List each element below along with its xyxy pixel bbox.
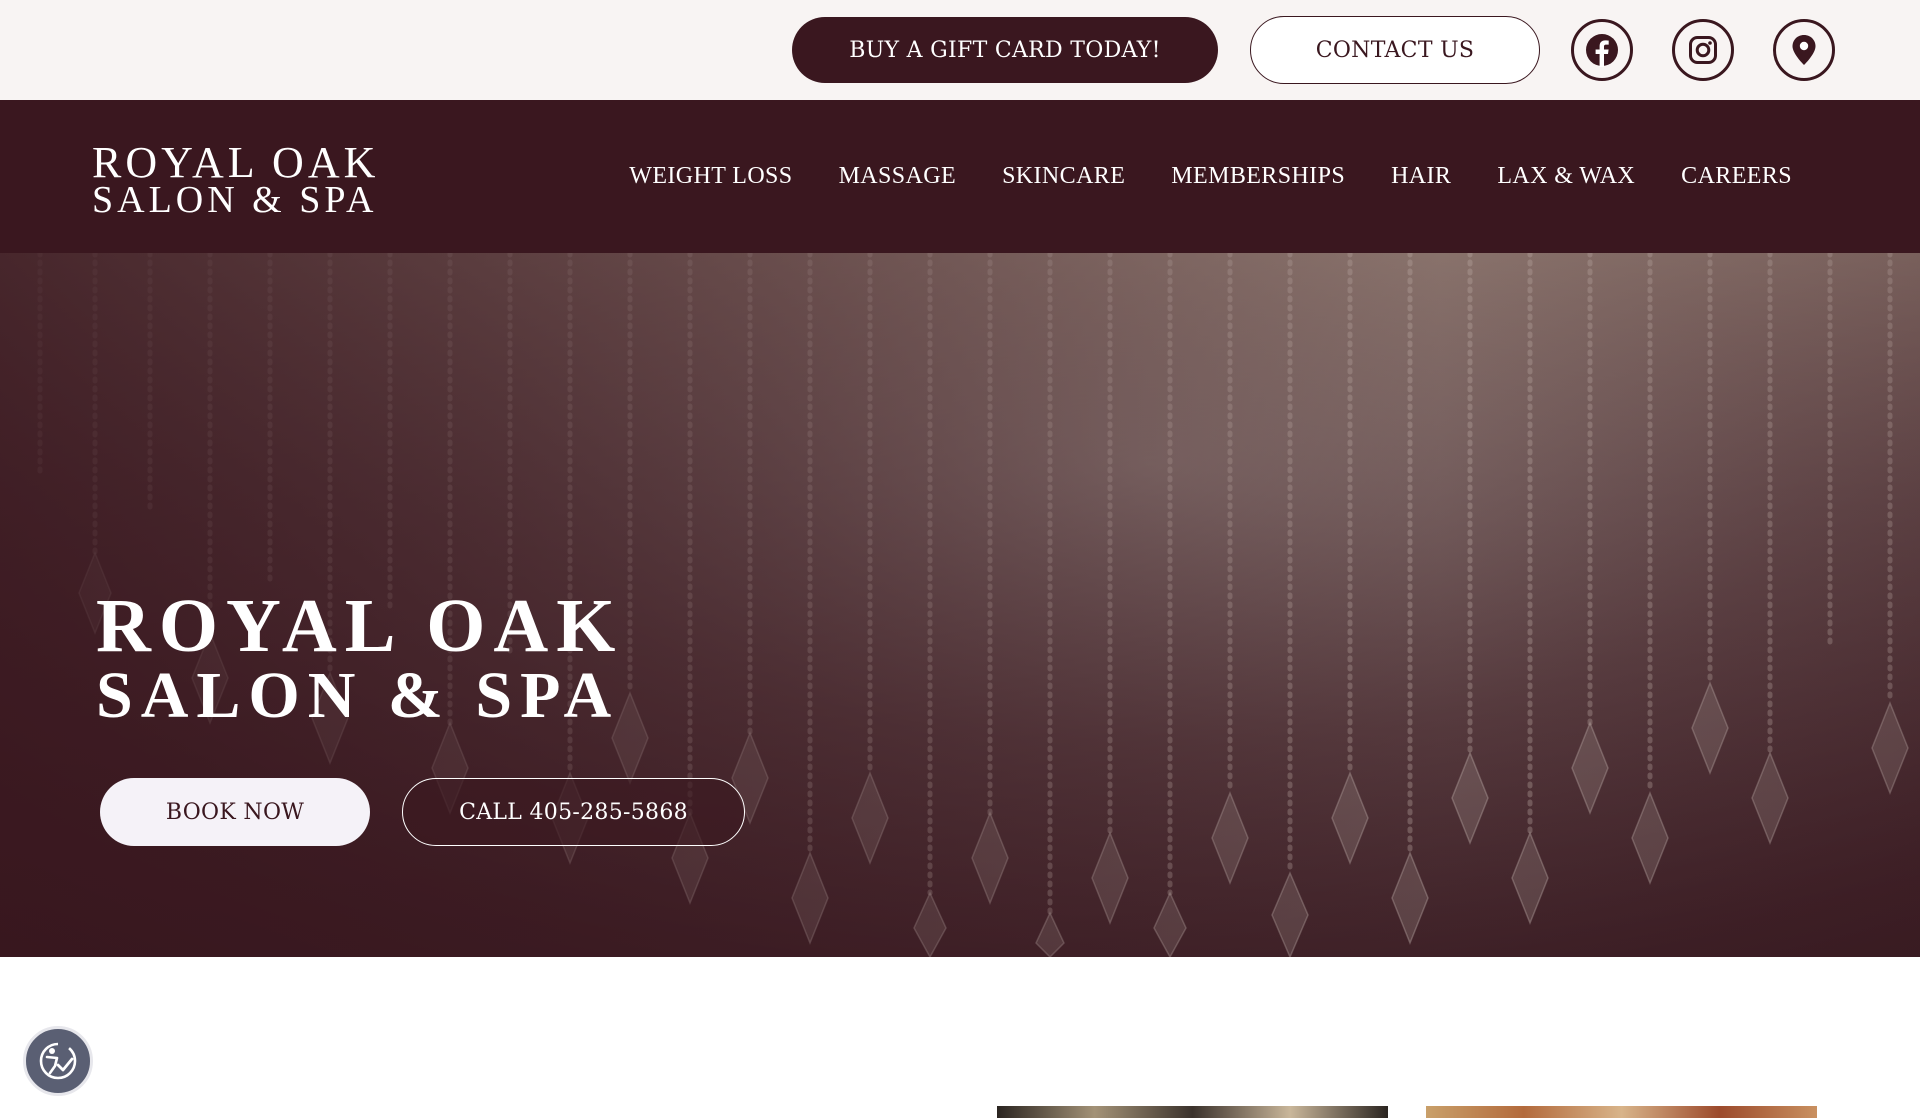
site-logo[interactable]: ROYAL OAK SALON & SPA — [92, 140, 379, 221]
contact-us-button[interactable]: CONTACT US — [1250, 16, 1540, 84]
top-utility-bar: BUY A GIFT CARD TODAY! CONTACT US — [0, 0, 1920, 100]
facebook-icon — [1586, 34, 1618, 67]
feature-image-2 — [1426, 1106, 1817, 1118]
nav-item-memberships[interactable]: MEMBERSHIPS — [1171, 163, 1345, 190]
nav-menu: WEIGHT LOSS MASSAGE SKINCARE MEMBERSHIPS… — [629, 100, 1792, 253]
accessibility-icon — [39, 1042, 77, 1080]
buy-gift-card-button[interactable]: BUY A GIFT CARD TODAY! — [792, 17, 1218, 83]
facebook-link[interactable] — [1571, 19, 1633, 81]
instagram-icon — [1689, 36, 1717, 64]
nav-item-hair[interactable]: HAIR — [1391, 163, 1451, 190]
instagram-link[interactable] — [1672, 19, 1734, 81]
feature-image-1 — [997, 1106, 1388, 1118]
map-pin-icon — [1792, 35, 1816, 65]
hero-title: ROYAL OAK SALON & SPA — [96, 584, 624, 732]
hero-title-line-2: SALON & SPA — [96, 659, 620, 732]
nav-item-skincare[interactable]: SKINCARE — [1002, 163, 1125, 190]
logo-line-2: SALON & SPA — [92, 179, 378, 221]
location-link[interactable] — [1773, 19, 1835, 81]
nav-item-lax-wax[interactable]: LAX & WAX — [1497, 163, 1635, 190]
main-navigation: ROYAL OAK SALON & SPA WEIGHT LOSS MASSAG… — [0, 100, 1920, 253]
hero-section: ROYAL OAK SALON & SPA BOOK NOW CALL 405-… — [0, 253, 1920, 957]
accessibility-button[interactable] — [23, 1026, 93, 1096]
nav-item-weight-loss[interactable]: WEIGHT LOSS — [629, 163, 792, 190]
nav-item-massage[interactable]: MASSAGE — [839, 163, 957, 190]
hero-title-line-1: ROYAL OAK — [96, 584, 624, 668]
call-phone-button[interactable]: CALL 405-285-5868 — [402, 778, 745, 846]
nav-item-careers[interactable]: CAREERS — [1681, 163, 1792, 190]
book-now-button[interactable]: BOOK NOW — [100, 778, 370, 846]
